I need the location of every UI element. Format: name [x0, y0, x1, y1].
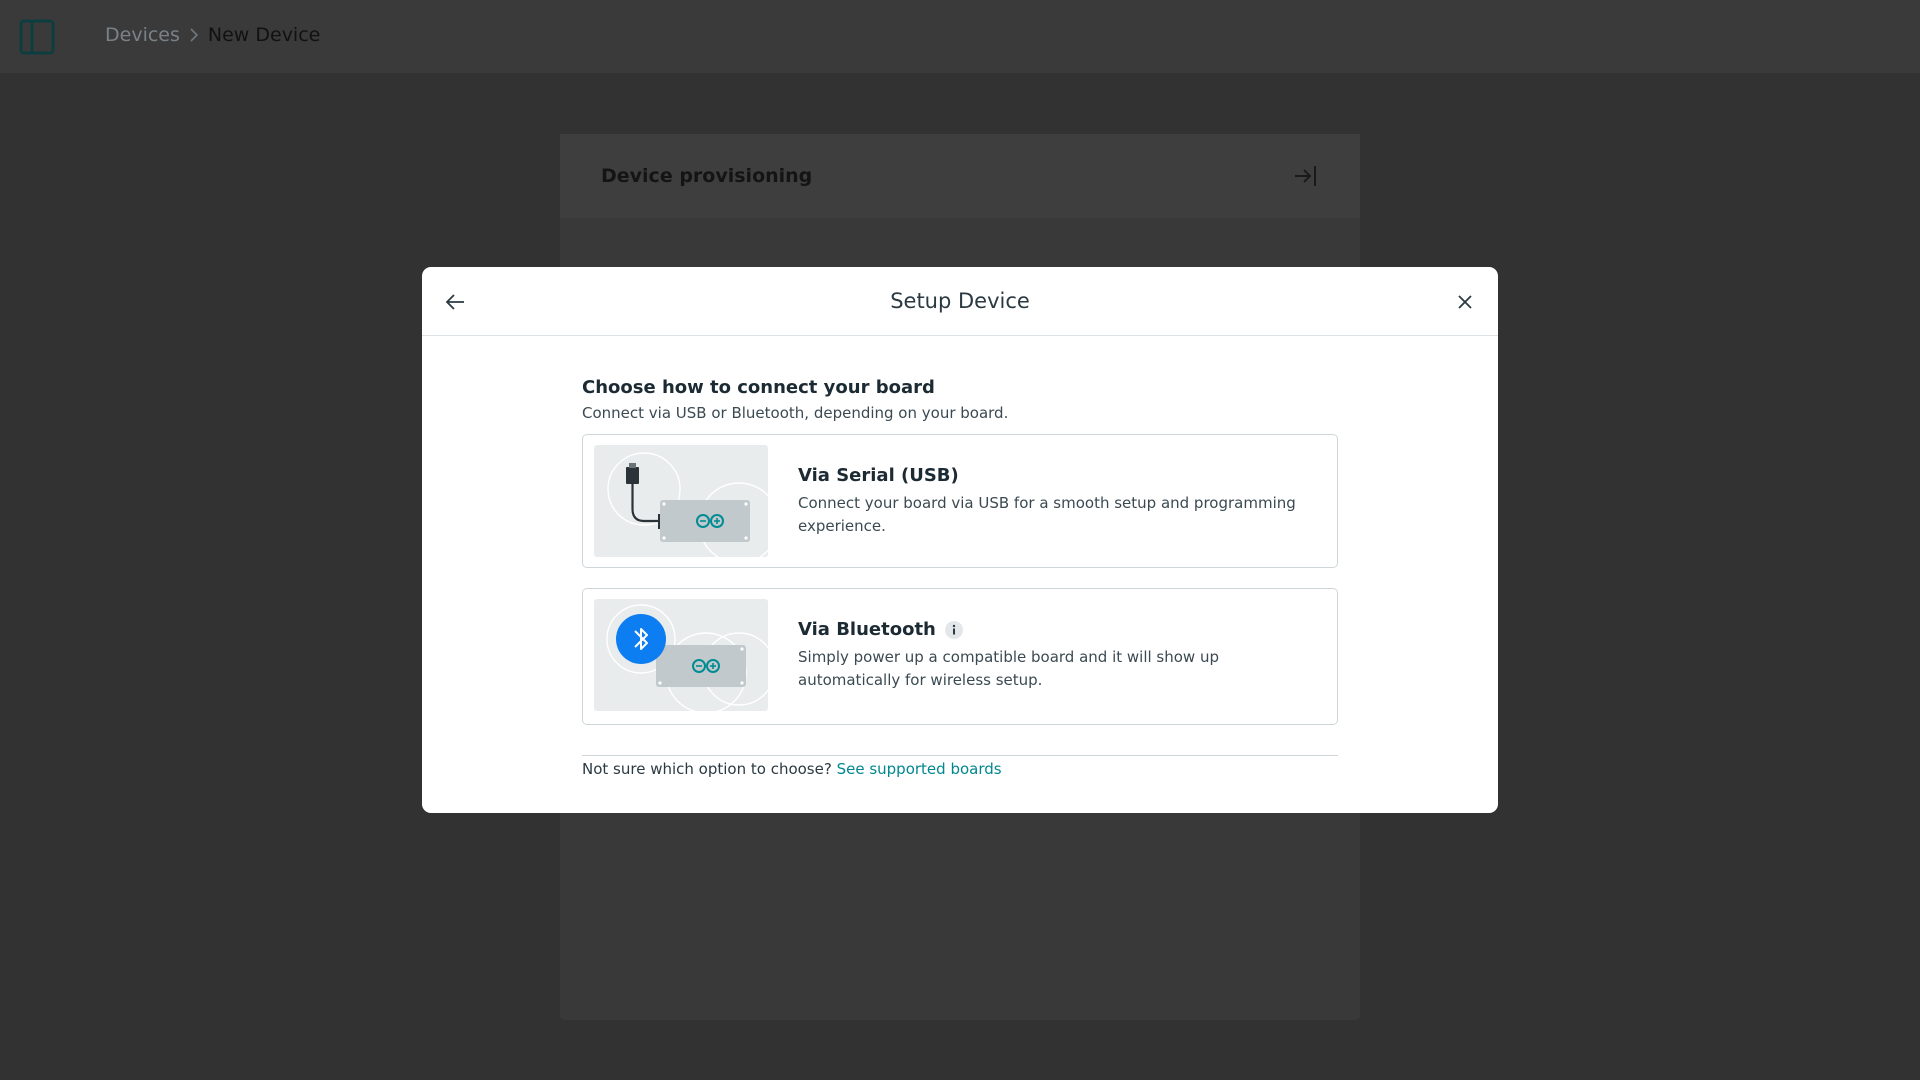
- option-via-serial-usb[interactable]: Via Serial (USB) Connect your board via …: [582, 434, 1338, 568]
- option-description: Connect your board via USB for a smooth …: [798, 494, 1296, 535]
- exit-icon[interactable]: [1293, 163, 1319, 189]
- option-description: Simply power up a compatible board and i…: [798, 648, 1219, 689]
- breadcrumb-devices[interactable]: Devices: [105, 24, 180, 46]
- close-icon[interactable]: [1449, 286, 1481, 318]
- option-text: Via Bluetooth Simply power up a compatib…: [798, 619, 1318, 692]
- footer-text: Not sure which option to choose?: [582, 760, 832, 778]
- info-icon[interactable]: [944, 620, 964, 640]
- modal-footer: Not sure which option to choose? See sup…: [582, 760, 1338, 778]
- option-via-bluetooth[interactable]: Via Bluetooth Simply power up a compatib…: [582, 588, 1338, 725]
- top-bar: Devices New Device: [0, 0, 1920, 73]
- footer-divider: [582, 755, 1338, 756]
- modal-header: Setup Device: [422, 267, 1498, 336]
- sidebar-toggle-icon[interactable]: [19, 19, 55, 55]
- option-title-label: Via Bluetooth: [798, 619, 936, 640]
- option-text: Via Serial (USB) Connect your board via …: [798, 465, 1318, 538]
- setup-device-modal: Setup Device Choose how to connect your …: [422, 267, 1498, 813]
- modal-title: Setup Device: [890, 289, 1030, 313]
- usb-board-illustration-icon: [594, 445, 768, 557]
- option-title: Via Serial (USB): [798, 465, 959, 486]
- option-title: Via Bluetooth: [798, 619, 1318, 640]
- see-supported-boards-link[interactable]: See supported boards: [837, 760, 1002, 778]
- breadcrumb-new-device: New Device: [207, 24, 321, 46]
- device-provisioning-header: Device provisioning: [560, 134, 1360, 218]
- device-provisioning-title: Device provisioning: [601, 165, 813, 187]
- back-arrow-icon[interactable]: [439, 286, 471, 318]
- connect-subheading: Connect via USB or Bluetooth, depending …: [582, 404, 1009, 422]
- breadcrumb: Devices New Device: [105, 24, 320, 46]
- connect-heading: Choose how to connect your board: [582, 377, 935, 398]
- modal-body: Choose how to connect your board Connect…: [582, 377, 1338, 778]
- chevron-right-icon: [180, 24, 208, 46]
- bluetooth-board-illustration-icon: [594, 599, 768, 711]
